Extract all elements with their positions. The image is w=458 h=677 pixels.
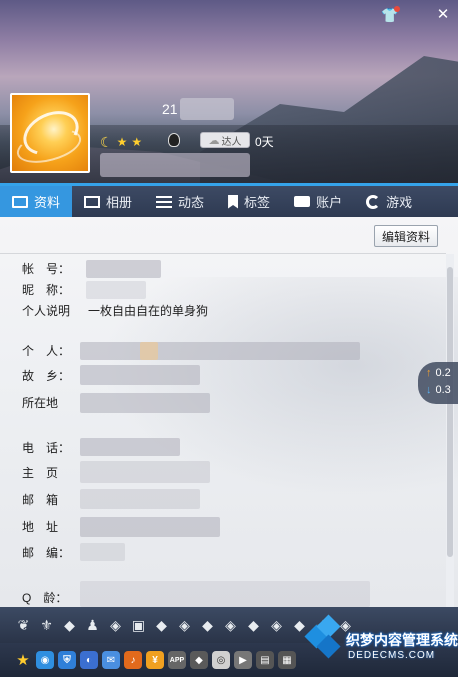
computer-badge-icon[interactable]: ▣ (129, 616, 148, 635)
field-phone: 电 话： (22, 441, 71, 455)
medal-badge-icon[interactable]: ⚜ (37, 616, 56, 635)
security-shield-icon[interactable]: ⛨ (58, 651, 76, 669)
field-homepage: 主 页 (22, 466, 59, 480)
mail-icon[interactable]: ✉ (102, 651, 120, 669)
wallet-icon[interactable]: ▤ (256, 651, 274, 669)
personal-redacted (80, 342, 360, 360)
arrow-down-icon: ↓ (426, 384, 432, 396)
notification-dot (394, 6, 400, 12)
video-icon[interactable]: ▶ (234, 651, 252, 669)
arrow-up-icon: ↑ (426, 367, 432, 379)
heart-badge-icon[interactable]: ❦ (14, 616, 33, 635)
photo-album-icon (84, 195, 101, 208)
feed-list-icon (156, 195, 173, 208)
scrollbar-thumb[interactable] (447, 267, 453, 557)
field-address: 地 址 (22, 520, 59, 534)
talent-badge[interactable]: ☁ 达人 (200, 132, 250, 148)
field-location: 所在地 (22, 396, 59, 410)
game-controller-icon[interactable]: ◆ (190, 651, 208, 669)
diamond-badge-icon[interactable]: ◆ (152, 616, 171, 635)
diamond-badge-icon[interactable]: ◆ (198, 616, 217, 635)
diamond-badge-icon[interactable]: ◈ (175, 616, 194, 635)
app-store-icon[interactable]: APP (168, 651, 186, 669)
profile-details: 编辑资料 帐 号： 昵 称： 个人说明 一枚自由自在的单身狗 个 人： 故 乡：… (0, 217, 458, 607)
field-bio: 个人说明 一枚自由自在的单身狗 (22, 304, 209, 318)
active-days: 0天 (255, 135, 274, 149)
browser-icon[interactable]: ◎ (212, 651, 230, 669)
signature-redacted (100, 153, 250, 177)
phone-redacted (80, 438, 180, 456)
close-icon[interactable]: ✕ (434, 6, 452, 24)
tab-profile[interactable]: 资料 (0, 186, 73, 217)
tab-account[interactable]: 账户 (282, 186, 354, 217)
penguin-icon[interactable] (168, 133, 180, 147)
cloud-icon: ☁ (208, 134, 220, 147)
shirt-icon[interactable]: 👕 (381, 6, 400, 24)
wallet-icon (294, 196, 311, 207)
field-email: 邮 箱 (22, 493, 59, 507)
email-redacted (80, 489, 200, 509)
star-icon[interactable]: ★ (14, 651, 32, 669)
dedecms-logo-icon (304, 614, 346, 659)
star-icon: ★ (131, 135, 143, 149)
diamond-badge-icon[interactable]: ◈ (221, 616, 240, 635)
location-redacted (80, 393, 210, 413)
address-redacted (80, 517, 220, 537)
game-icon (366, 194, 381, 209)
penguin-badge-icon[interactable]: ♟ (83, 616, 102, 635)
qage-redacted (80, 581, 370, 607)
nickname-redacted (86, 281, 146, 299)
account-redacted (86, 260, 161, 278)
more-icon[interactable]: ▦ (278, 651, 296, 669)
bio-value: 一枚自由自在的单身狗 (88, 304, 209, 318)
diamond-badge-icon[interactable]: ◈ (106, 616, 125, 635)
homepage-redacted (80, 461, 210, 483)
field-postcode: 邮 编： (22, 546, 71, 560)
field-nickname: 昵 称： (22, 283, 71, 297)
field-personal: 个 人： (22, 344, 71, 358)
coin-icon[interactable]: ¥ (146, 651, 164, 669)
diamond-badge-icon[interactable]: ◆ (60, 616, 79, 635)
tab-tags[interactable]: 标签 (216, 186, 282, 217)
qq-level[interactable]: ☾ ★ ★ (100, 134, 142, 150)
diamond-badge-icon[interactable]: ◆ (244, 616, 263, 635)
profile-tabs: 资料 相册 动态 标签 账户 游戏 (0, 183, 458, 217)
field-qage: Q 龄： (22, 591, 68, 605)
field-account: 帐 号： (22, 262, 71, 276)
field-hometown: 故 乡： (22, 369, 71, 383)
bookmark-tag-icon (228, 194, 239, 209)
tab-feed[interactable]: 动态 (144, 186, 216, 217)
watermark-text: 织梦内容管理系统 (346, 632, 458, 648)
hometown-redacted (80, 365, 200, 385)
profile-header: 👕 ✕ 21 ☾ ★ ★ ☁ 达人 0天 (0, 0, 458, 183)
diamond-badge-icon[interactable]: ◈ (267, 616, 286, 635)
watermark-url: DEDECMS.COM (348, 650, 436, 661)
avatar[interactable] (10, 93, 90, 173)
moon-icon: ☾ (100, 133, 113, 150)
postcode-redacted (80, 543, 125, 561)
profile-card-icon (12, 195, 28, 208)
star-icon: ★ (116, 135, 128, 149)
divider (0, 253, 446, 254)
tab-album[interactable]: 相册 (72, 186, 144, 217)
qq-number: 21 (162, 101, 178, 117)
edit-profile-button[interactable]: 编辑资料 (374, 225, 438, 247)
music-icon[interactable]: ♪ (124, 651, 142, 669)
camera-icon[interactable]: ◉ (36, 651, 54, 669)
qzone-icon[interactable]: ◐ (80, 651, 98, 669)
network-speed-widget[interactable]: ↑ 0.2 ↓ 0.3 (418, 362, 458, 404)
site-watermark: 织梦内容管理系统 DEDECMS.COM (304, 608, 458, 672)
qq-number-redacted (180, 98, 234, 120)
tab-games[interactable]: 游戏 (354, 186, 424, 217)
